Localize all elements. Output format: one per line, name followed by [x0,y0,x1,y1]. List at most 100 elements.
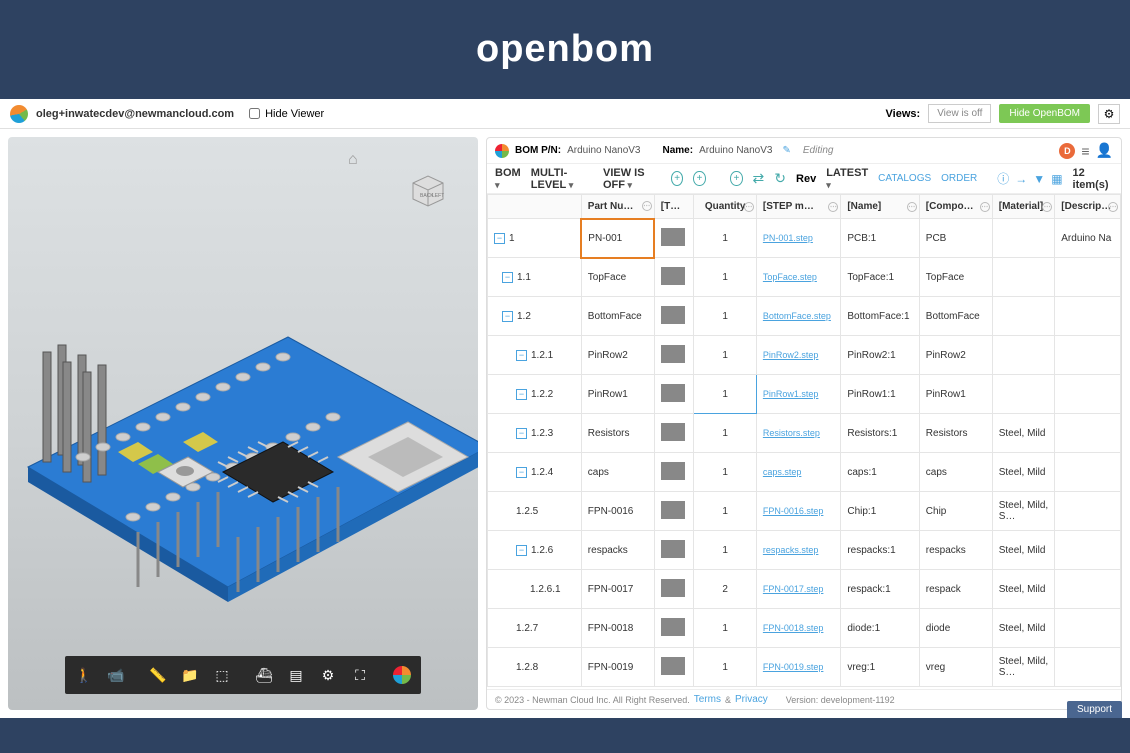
step-link[interactable]: PN-001.step [763,233,813,243]
cell-desc[interactable]: Arduino Na [1055,219,1121,258]
menu-icon[interactable]: ≡ [1081,143,1089,159]
walk-icon[interactable]: 🚶 [69,660,99,690]
table-row[interactable]: −1.2.1PinRow21PinRow2.stepPinRow2:1PinRo… [488,336,1121,375]
settings-icon[interactable]: ⚙ [1098,104,1120,124]
cell-comp[interactable]: diode [919,609,992,648]
part-number[interactable]: respacks [581,531,654,570]
col-header[interactable]: [Descrip…⋯ [1055,195,1121,219]
part-number[interactable]: Resistors [581,414,654,453]
cell-name[interactable]: vreg:1 [841,648,919,687]
cell-mat[interactable]: Steel, Mild, S… [992,648,1055,687]
add-row2-icon[interactable]: + [693,171,705,186]
view-dropdown[interactable]: VIEW IS OFF [603,167,661,191]
tree-toggle[interactable]: − [494,233,505,244]
bom-table[interactable]: Part Nu…⋯[T…Quantity⋯[STEP m…⋯[Name]⋯[Co… [487,194,1121,689]
cell-name[interactable]: respacks:1 [841,531,919,570]
step-link[interactable]: PinRow1.step [763,389,819,399]
cell-comp[interactable]: TopFace [919,258,992,297]
quantity[interactable]: 1 [694,453,757,492]
step-link[interactable]: Resistors.step [763,428,820,438]
part-number[interactable]: FPN-0019 [581,648,654,687]
part-number[interactable]: PinRow1 [581,375,654,414]
cell-mat[interactable]: Steel, Mild [992,609,1055,648]
properties-icon[interactable]: ▤ [281,660,311,690]
table-row[interactable]: −1.1TopFace1TopFace.stepTopFace:1TopFace [488,258,1121,297]
cell-mat[interactable]: Steel, Mild [992,414,1055,453]
cell-comp[interactable]: Resistors [919,414,992,453]
order-link[interactable]: ORDER [941,173,977,184]
cell-desc[interactable] [1055,414,1121,453]
quantity[interactable]: 1 [694,414,757,453]
cell-desc[interactable] [1055,492,1121,531]
measure-icon[interactable]: 📏 [143,660,173,690]
cell-comp[interactable]: caps [919,453,992,492]
user-icon[interactable]: 👤 [1096,142,1113,159]
cell-comp[interactable]: respacks [919,531,992,570]
catalogs-link[interactable]: CATALOGS [878,173,931,184]
quantity[interactable]: 1 [694,648,757,687]
cube-icon[interactable]: ⬚ [207,660,237,690]
step-link[interactable]: PinRow2.step [763,350,819,360]
table-row[interactable]: 1.2.7FPN-00181FPN-0018.stepdiode:1diodeS… [488,609,1121,648]
col-header[interactable]: [T… [654,195,694,219]
refresh-icon[interactable]: ↻ [774,170,786,187]
cell-comp[interactable]: PCB [919,219,992,258]
table-row[interactable]: 1.2.5FPN-00161FPN-0016.stepChip:1ChipSte… [488,492,1121,531]
table-row[interactable]: −1.2.3Resistors1Resistors.stepResistors:… [488,414,1121,453]
quantity[interactable]: 2 [694,570,757,609]
tree-toggle[interactable]: − [516,545,527,556]
add-col-icon[interactable]: + [730,171,742,186]
support-button[interactable]: Support [1067,701,1122,710]
tree-toggle[interactable]: − [502,272,513,283]
quantity[interactable]: 1 [694,609,757,648]
part-number[interactable]: FPN-0018 [581,609,654,648]
cell-mat[interactable] [992,336,1055,375]
add-row-icon[interactable]: + [671,171,683,186]
col-header[interactable]: [Compo…⋯ [919,195,992,219]
3d-viewer[interactable]: ⌂ BACKLEFT [8,137,478,710]
gear-icon[interactable]: ⚙ [313,660,343,690]
cell-name[interactable]: PinRow2:1 [841,336,919,375]
table-row[interactable]: −1.2.6respacks1respacks.steprespacks:1re… [488,531,1121,570]
step-link[interactable]: FPN-0019.step [763,662,824,672]
terms-link[interactable]: Terms [694,694,721,705]
cell-comp[interactable]: PinRow2 [919,336,992,375]
step-link[interactable]: FPN-0016.step [763,506,824,516]
hide-viewer-input[interactable] [249,108,260,119]
tree-toggle[interactable]: − [502,311,513,322]
quantity[interactable]: 1 [694,219,757,258]
cell-name[interactable]: caps:1 [841,453,919,492]
bom-dropdown[interactable]: BOM [495,167,521,191]
cell-desc[interactable] [1055,531,1121,570]
cell-name[interactable]: TopFace:1 [841,258,919,297]
share-icon[interactable]: → [1015,172,1027,186]
cell-desc[interactable] [1055,648,1121,687]
part-number[interactable]: PN-001 [581,219,654,258]
col-header[interactable]: [STEP m…⋯ [756,195,840,219]
cell-mat[interactable]: Steel, Mild [992,531,1055,570]
tree-toggle[interactable]: − [516,350,527,361]
filter-icon[interactable]: ▼ [1033,172,1045,186]
cell-desc[interactable] [1055,375,1121,414]
part-number[interactable]: caps [581,453,654,492]
home-icon[interactable]: ⌂ [348,151,358,169]
cell-mat[interactable]: Steel, Mild, S… [992,492,1055,531]
pcb-3d-model[interactable] [8,257,478,657]
tree-toggle[interactable]: − [516,389,527,400]
table-row[interactable]: 1.2.6.1FPN-00172FPN-0017.steprespack:1re… [488,570,1121,609]
cell-name[interactable]: respack:1 [841,570,919,609]
table-row[interactable]: 1.2.8FPN-00191FPN-0019.stepvreg:1vregSte… [488,648,1121,687]
viewcube[interactable]: BACKLEFT [408,171,448,211]
hide-openbom-button[interactable]: Hide OpenBOM [999,104,1090,123]
cell-name[interactable]: Resistors:1 [841,414,919,453]
col-header[interactable]: Part Nu…⋯ [581,195,654,219]
part-number[interactable]: FPN-0016 [581,492,654,531]
cell-mat[interactable] [992,375,1055,414]
step-link[interactable]: caps.step [763,467,802,477]
cell-comp[interactable]: BottomFace [919,297,992,336]
tree-toggle[interactable]: − [516,428,527,439]
grid-icon[interactable]: ▦ [1051,172,1062,186]
col-header[interactable]: [Name]⋯ [841,195,919,219]
cell-mat[interactable]: Steel, Mild [992,453,1055,492]
quantity[interactable]: 1 [694,492,757,531]
